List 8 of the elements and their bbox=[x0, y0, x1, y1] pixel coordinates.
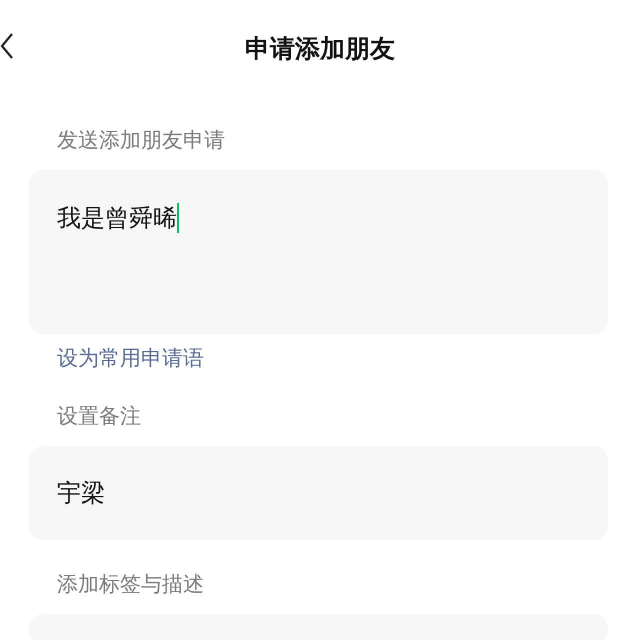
set-default-link[interactable]: 设为常用申请语 bbox=[57, 344, 204, 372]
section-label: 发送添加朋友申请 bbox=[57, 127, 226, 154]
page-title: 申请添加朋友 bbox=[245, 32, 395, 64]
remark-field[interactable]: 宇梁 bbox=[29, 446, 608, 540]
section-label: 添加标签与描述 bbox=[57, 571, 205, 598]
message-field[interactable]: 我是曾舜晞 bbox=[29, 170, 608, 334]
back-button[interactable] bbox=[0, 32, 14, 60]
section-label: 设置备注 bbox=[57, 403, 142, 430]
